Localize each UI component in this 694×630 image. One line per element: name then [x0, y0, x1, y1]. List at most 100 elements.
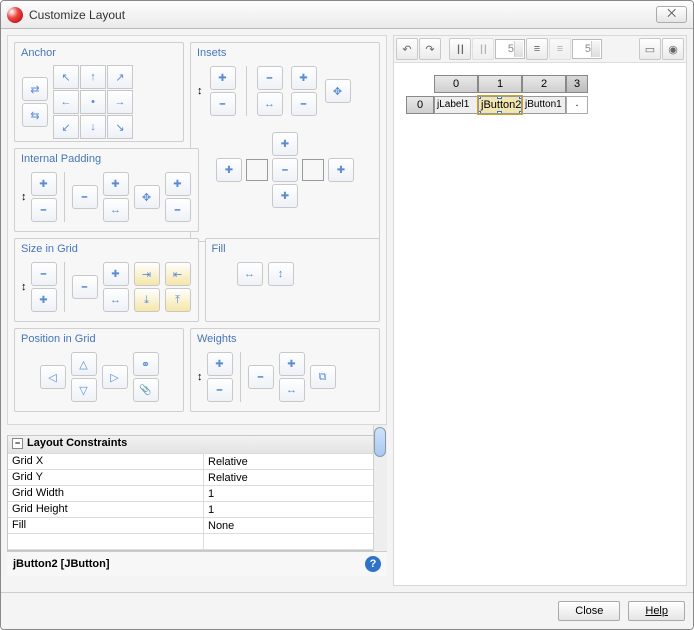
anchor-nw[interactable]: ↖: [53, 65, 79, 89]
ipad-v-inc-button[interactable]: [165, 172, 191, 196]
plus-icon: [281, 190, 289, 202]
ipad-move-button[interactable]: [134, 185, 160, 209]
sig-inc-v-button[interactable]: [31, 288, 57, 312]
anchor-c[interactable]: •: [80, 90, 106, 114]
anchor-sw[interactable]: ↙: [53, 115, 79, 139]
help-button[interactable]: Help: [628, 601, 685, 621]
col-header[interactable]: 3: [566, 75, 588, 93]
col-header[interactable]: 0: [434, 75, 478, 93]
wt-h-spread-button[interactable]: [279, 378, 305, 402]
inset-bottom-button[interactable]: [272, 184, 298, 208]
anchor-w[interactable]: ←: [53, 90, 79, 114]
wt-h-dec-button[interactable]: [248, 365, 274, 389]
properties-header[interactable]: −Layout Constraints: [8, 436, 386, 454]
resize-handle[interactable]: [497, 96, 502, 99]
sig-h-spread-button[interactable]: [103, 288, 129, 312]
anchor-se[interactable]: ↘: [107, 115, 133, 139]
wt-v-inc-button[interactable]: [207, 352, 233, 376]
insets-all-inc-button[interactable]: [210, 66, 236, 90]
anchor-e[interactable]: →: [107, 90, 133, 114]
plus-icon: [111, 268, 119, 280]
col-spinner[interactable]: 5: [495, 39, 525, 59]
pos-pin-button[interactable]: [133, 378, 159, 402]
sig-h-inc-button[interactable]: [103, 262, 129, 286]
inset-center-dec-button[interactable]: [272, 158, 298, 182]
row-spinner[interactable]: 5: [572, 39, 602, 59]
grid-cols-button[interactable]: [449, 38, 471, 60]
ipad-h-inc-button[interactable]: [103, 172, 129, 196]
undo-button[interactable]: [396, 38, 418, 60]
page-button[interactable]: [639, 38, 661, 60]
property-name: Grid Height: [8, 502, 204, 517]
resize-handle[interactable]: [519, 111, 522, 114]
pos-left-button[interactable]: [40, 365, 66, 389]
sig-snap-up-button[interactable]: ⤒: [165, 288, 191, 312]
component-jlabel1[interactable]: jLabel1: [434, 96, 478, 114]
col-header[interactable]: 2: [522, 75, 566, 93]
anchor-n[interactable]: ↑: [80, 65, 106, 89]
sig-h-dec-button[interactable]: [72, 275, 98, 299]
pos-up-button[interactable]: [71, 352, 97, 376]
inset-right-button[interactable]: [328, 158, 354, 182]
anchor-cycle-left-button[interactable]: ⇄: [22, 77, 48, 101]
pos-down-button[interactable]: [71, 378, 97, 402]
insets-all-dec-button[interactable]: [210, 92, 236, 116]
insets-v-inc-button[interactable]: [291, 66, 317, 90]
resize-handle[interactable]: [478, 111, 481, 114]
anchor-grid: ↖ ↑ ↗ ← • → ↙ ↓ ↘: [53, 65, 133, 139]
fill-horizontal-button[interactable]: [237, 262, 263, 286]
component-jbutton2-selected[interactable]: jButton2: [478, 96, 522, 114]
preview-toolbar: 5 5: [394, 36, 686, 63]
sig-snap-left-button[interactable]: ⇤: [165, 262, 191, 286]
window-close-button[interactable]: ⨉: [656, 6, 687, 23]
separator: [240, 352, 241, 402]
ipad-h-spread-button[interactable]: [103, 198, 129, 222]
property-row[interactable]: [8, 534, 386, 550]
anchor-ne[interactable]: ↗: [107, 65, 133, 89]
resize-handle[interactable]: [519, 96, 522, 99]
ipad-v-dec-button[interactable]: [165, 198, 191, 222]
ipad-h-dec-button[interactable]: [72, 185, 98, 209]
sig-snap-down-button[interactable]: ⤓: [134, 288, 160, 312]
grid-rows-button[interactable]: [526, 38, 548, 60]
col-header[interactable]: 1: [478, 75, 522, 93]
close-button[interactable]: Close: [558, 601, 620, 621]
inset-top-button[interactable]: [272, 132, 298, 156]
property-row[interactable]: Grid XRelative: [8, 454, 386, 470]
redo-button[interactable]: [419, 38, 441, 60]
wt-distribute-button[interactable]: ⧉: [310, 365, 336, 389]
property-row[interactable]: Grid YRelative: [8, 470, 386, 486]
property-row[interactable]: Grid Width1: [8, 486, 386, 502]
preview-canvas[interactable]: 0 1 2 3 0 jLabel1 jButton2: [394, 63, 686, 126]
anchor-group: Anchor ⇄ ⇆ ↖ ↑ ↗ ← •: [14, 42, 184, 142]
scrollbar[interactable]: [373, 425, 387, 551]
resize-handle[interactable]: [478, 96, 481, 99]
fill-vertical-button[interactable]: [268, 262, 294, 286]
pos-right-button[interactable]: [102, 365, 128, 389]
insets-v-dec-button[interactable]: [291, 92, 317, 116]
inset-left-button[interactable]: [216, 158, 242, 182]
property-row[interactable]: FillNone: [8, 518, 386, 534]
insets-h-dec-button[interactable]: [257, 92, 283, 116]
wt-v-dec-button[interactable]: [207, 378, 233, 402]
sig-snap-right-button[interactable]: ⇥: [134, 262, 160, 286]
sig-dec-v-button[interactable]: [31, 262, 57, 286]
property-row[interactable]: Grid Height1: [8, 502, 386, 518]
component-jbutton1[interactable]: jButton1: [522, 96, 566, 114]
pos-link-button[interactable]: [133, 352, 159, 376]
help-icon[interactable]: ?: [365, 556, 381, 572]
ipad-dec-button[interactable]: [31, 198, 57, 222]
row-header[interactable]: 0: [406, 96, 434, 114]
insets-move-button[interactable]: [325, 79, 351, 103]
insets-h-inc-button[interactable]: [257, 66, 283, 90]
ipad-inc-button[interactable]: [31, 172, 57, 196]
size-in-grid-legend: Size in Grid: [21, 243, 78, 255]
resize-handle[interactable]: [497, 111, 502, 114]
wt-h-inc-button[interactable]: [279, 352, 305, 376]
preview-button[interactable]: [662, 38, 684, 60]
anchor-cycle-right-button[interactable]: ⇆: [22, 103, 48, 127]
scrollbar-thumb[interactable]: [374, 427, 386, 457]
collapse-icon[interactable]: −: [12, 438, 23, 449]
empty-cell[interactable]: .: [566, 96, 588, 114]
anchor-s[interactable]: ↓: [80, 115, 106, 139]
